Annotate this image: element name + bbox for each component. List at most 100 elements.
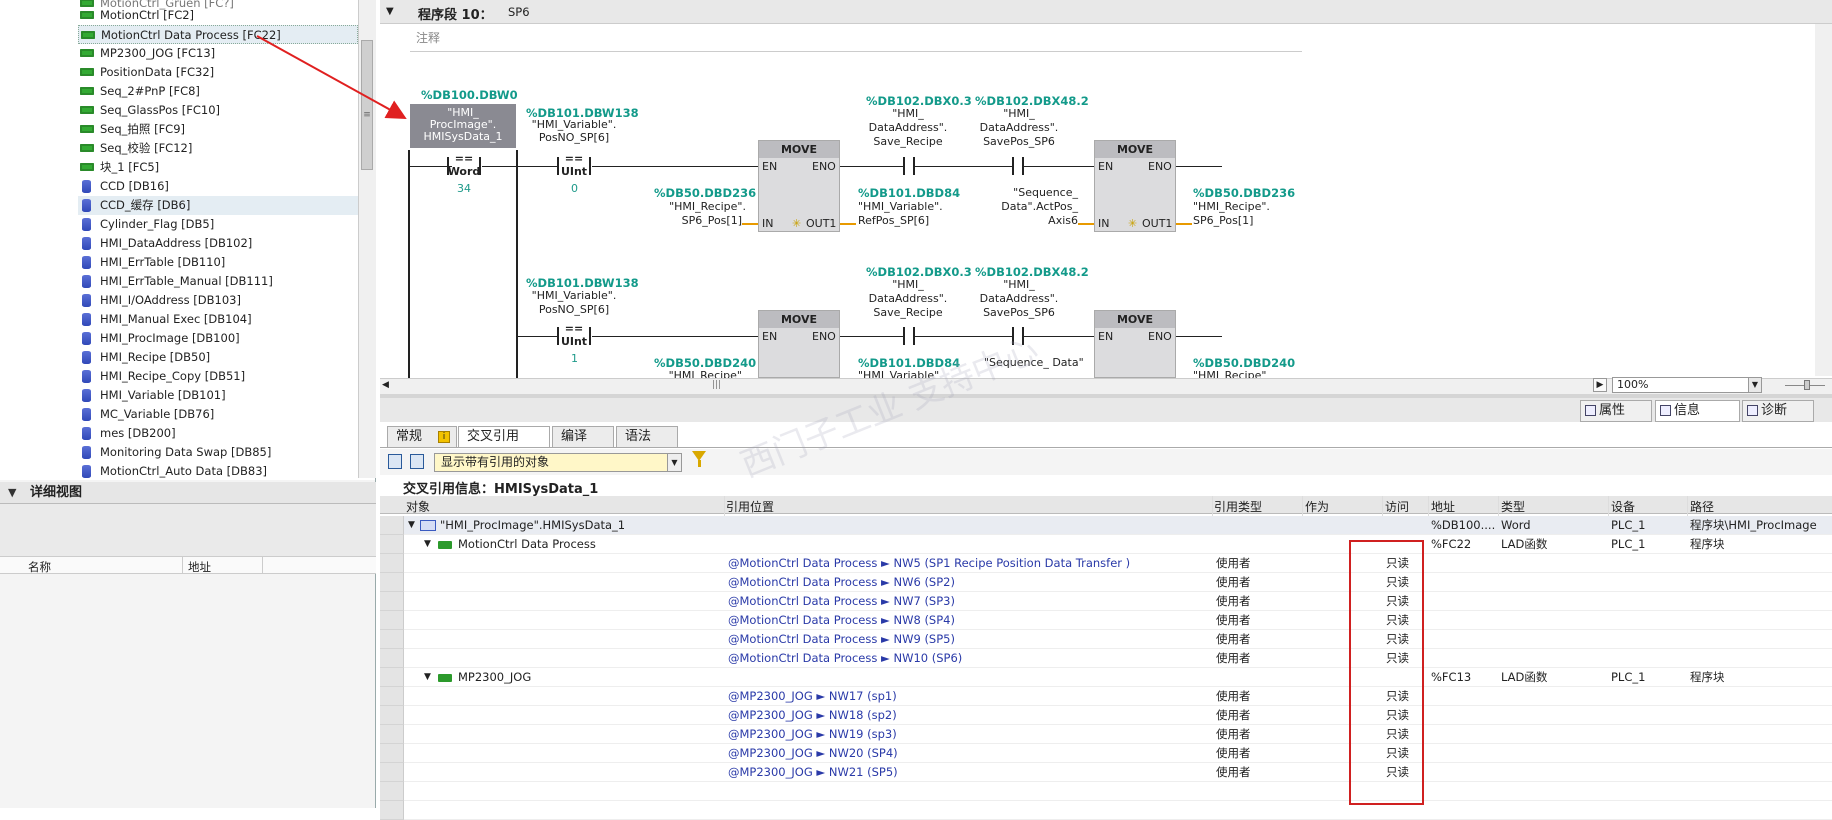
tree-item-fc[interactable]: MotionCtrl Data Process [FC22] — [78, 25, 358, 44]
group-object[interactable]: MotionCtrl Data Process — [458, 535, 596, 554]
table-row[interactable] — [380, 592, 1832, 611]
ref-location-link[interactable]: @MP2300_JOG ► NW21 (SP5) — [728, 763, 898, 782]
ref-location-link[interactable]: @MotionCtrl Data Process ► NW10 (SP6) — [728, 649, 962, 668]
tab-properties[interactable]: 属性 — [1580, 400, 1652, 422]
ref-location-link[interactable]: @MP2300_JOG ► NW20 (SP4) — [728, 744, 898, 763]
scroll-left-icon[interactable]: ◀ — [382, 380, 389, 390]
tree-item-db[interactable]: HMI_ErrTable_Manual [DB111] — [78, 272, 358, 291]
ref-location-link[interactable]: @MotionCtrl Data Process ► NW5 (SP1 Reci… — [728, 554, 1130, 573]
tree-item-db[interactable]: MotionCtrl_Auto Data [DB83] — [78, 462, 358, 481]
tree-item-db[interactable]: MC_Variable [DB76] — [78, 405, 358, 424]
tree-item-db[interactable]: CCD [DB16] — [78, 177, 358, 196]
group-path: 程序块 — [1690, 537, 1725, 551]
detail-col-addr[interactable]: 地址 — [188, 559, 211, 575]
tab-info[interactable]: 信息 — [1655, 400, 1740, 422]
tree-item-db[interactable]: HMI_ErrTable [DB110] — [78, 253, 358, 272]
tree-item-fc[interactable]: Seq_校验 [FC12] — [78, 139, 358, 158]
subtab-general[interactable]: 常规 i — [387, 426, 457, 448]
tree-item-fc[interactable]: Seq_拍照 [FC9] — [78, 120, 358, 139]
tree-item-db[interactable]: HMI_Variable [DB101] — [78, 386, 358, 405]
table-row[interactable] — [380, 706, 1832, 725]
cmp2-sym: == — [564, 152, 584, 165]
tab-diagnostics[interactable]: 诊断 — [1742, 400, 1814, 422]
col-object[interactable]: 对象 — [406, 498, 430, 515]
tree-item-fc[interactable]: 块_1 [FC5] — [78, 158, 358, 177]
tree-item-db[interactable]: mes [DB200] — [78, 424, 358, 443]
scroll-right-icon[interactable]: ▶ — [1593, 378, 1607, 392]
expand-icon[interactable]: ▼ — [424, 535, 431, 554]
tree-item-db[interactable]: HMI_ProcImage [DB100] — [78, 329, 358, 348]
no2-operand-1: "HMI_ — [1003, 107, 1035, 120]
col-path[interactable]: 路径 — [1690, 498, 1714, 515]
ref-location-link[interactable]: @MP2300_JOG ► NW18 (sp2) — [728, 706, 897, 725]
ref-location-link[interactable]: @MP2300_JOG ► NW19 (sp3) — [728, 725, 897, 744]
subtab-compile[interactable]: 编译 — [552, 426, 614, 448]
expand-icon[interactable]: ▼ — [424, 668, 431, 687]
collapse-icon[interactable]: ▼ — [386, 6, 394, 17]
list-icon[interactable] — [388, 454, 402, 469]
tree-item-db[interactable]: HMI_I/OAddress [DB103] — [78, 291, 358, 310]
detail-view-title[interactable]: 详细视图 — [0, 482, 376, 504]
chevron-down-icon[interactable]: ▼ — [1748, 378, 1761, 392]
ref-type: 使用者 — [1216, 556, 1251, 570]
tree-scroll-thumb[interactable] — [361, 40, 373, 170]
table-row[interactable] — [380, 801, 1832, 820]
detail-col-name[interactable]: 名称 — [28, 559, 51, 575]
tree-item-db[interactable]: HMI_DataAddress [DB102] — [78, 234, 358, 253]
table-row[interactable] — [380, 611, 1832, 630]
table-row[interactable] — [380, 630, 1832, 649]
tree-item-db[interactable]: Cylinder_Flag [DB5] — [78, 215, 358, 234]
col-address[interactable]: 地址 — [1431, 498, 1455, 515]
group-object[interactable]: MP2300_JOG — [458, 668, 531, 687]
tree-item-db[interactable]: HMI_Recipe_Copy [DB51] — [78, 367, 358, 386]
table-row[interactable] — [380, 649, 1832, 668]
expand-icon[interactable]: ▼ — [408, 516, 415, 535]
save-icon[interactable] — [410, 454, 424, 469]
zoom-select[interactable]: 100% — [1612, 377, 1762, 393]
table-row[interactable] — [380, 573, 1832, 592]
tree-item-fc[interactable]: MP2300_JOG [FC13] — [78, 44, 358, 63]
root-object[interactable]: "HMI_ProcImage".HMISysData_1 — [440, 516, 625, 535]
table-row[interactable] — [380, 782, 1832, 801]
ref-location-link[interactable]: @MP2300_JOG ► NW17 (sp1) — [728, 687, 897, 706]
col-device[interactable]: 设备 — [1611, 498, 1635, 515]
no-contact[interactable] — [1012, 157, 1024, 175]
col-reftype[interactable]: 引用类型 — [1214, 498, 1262, 515]
chevron-down-icon[interactable]: ▼ — [667, 454, 681, 471]
no-contact[interactable] — [903, 157, 915, 175]
ref-location-link[interactable]: @MotionCtrl Data Process ► NW6 (SP2) — [728, 573, 955, 592]
network-name[interactable]: SP6 — [508, 5, 530, 19]
chevron-down-icon[interactable]: ▼ — [8, 486, 16, 499]
divider — [410, 51, 1302, 52]
col-type[interactable]: 类型 — [1501, 498, 1525, 515]
tree-item-fc[interactable]: MotionCtrl [FC2] — [78, 6, 358, 25]
subtab-xref[interactable]: 交叉引用 — [458, 426, 550, 448]
tree-item-fc[interactable]: PositionData [FC32] — [78, 63, 358, 82]
table-row[interactable] — [380, 744, 1832, 763]
col-access[interactable]: 访问 — [1385, 498, 1409, 515]
col-as[interactable]: 作为 — [1305, 498, 1329, 515]
r2-cmp-sym: == — [564, 322, 584, 335]
ref-location-link[interactable]: @MotionCtrl Data Process ► NW8 (SP4) — [728, 611, 955, 630]
editor-vscroll[interactable] — [1815, 24, 1832, 376]
filter-select[interactable]: 显示带有引用的对象 — [434, 453, 682, 472]
tree-item-db[interactable]: HMI_Recipe [DB50] — [78, 348, 358, 367]
group-path: 程序块 — [1690, 670, 1725, 684]
move-title-3: MOVE — [759, 311, 839, 328]
tree-item-db[interactable]: HMI_Manual Exec [DB104] — [78, 310, 358, 329]
no-contact[interactable] — [903, 327, 915, 345]
table-row[interactable] — [380, 687, 1832, 706]
tree-item-db[interactable]: Monitoring Data Swap [DB85] — [78, 443, 358, 462]
ref-location-link[interactable]: @MotionCtrl Data Process ► NW7 (SP3) — [728, 592, 955, 611]
table-row[interactable] — [380, 725, 1832, 744]
ref-location-link[interactable]: @MotionCtrl Data Process ► NW9 (SP5) — [728, 630, 955, 649]
zoom-slider-thumb[interactable] — [1804, 380, 1810, 390]
subtab-syntax[interactable]: 语法 — [616, 426, 678, 448]
col-location[interactable]: 引用位置 — [726, 498, 774, 515]
tree-item-fc[interactable]: Seq_2#PnP [FC8] — [78, 82, 358, 101]
table-row[interactable] — [380, 763, 1832, 782]
network-comment[interactable]: 注释 — [416, 29, 440, 46]
tree-item-db[interactable]: CCD_缓存 [DB6] — [78, 196, 358, 215]
ref-type: 使用者 — [1216, 575, 1251, 589]
tree-item-fc[interactable]: Seq_GlassPos [FC10] — [78, 101, 358, 120]
